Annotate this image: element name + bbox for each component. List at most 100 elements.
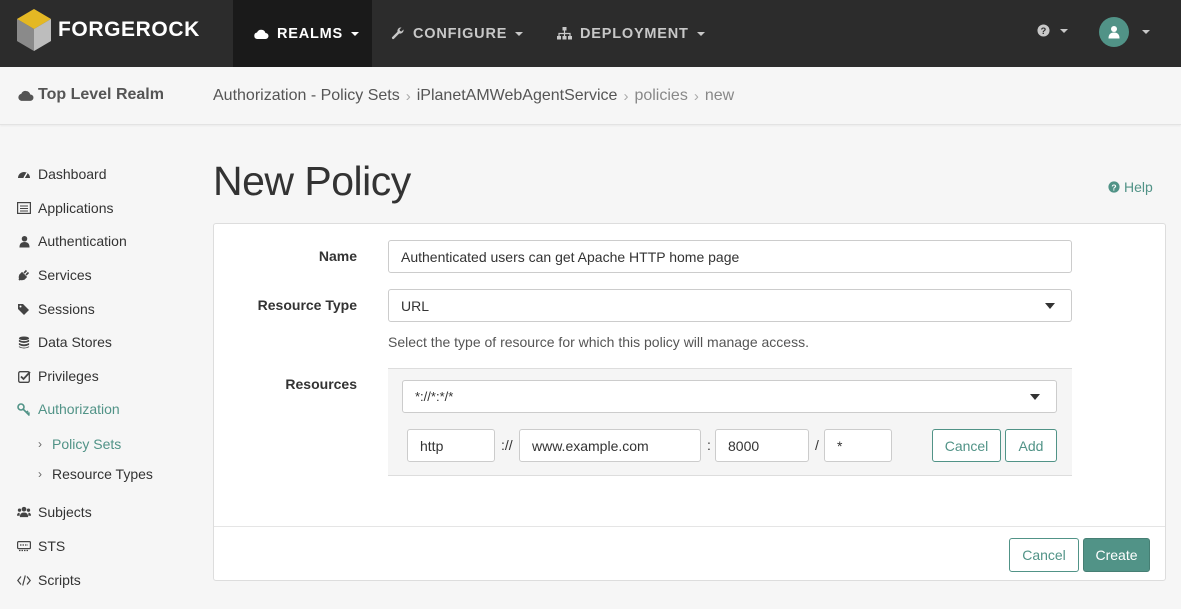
resource-add-button[interactable]: Add — [1005, 429, 1057, 462]
sidebar-item-data-stores[interactable]: Data Stores — [17, 332, 112, 352]
sidebar-subitem-label: Policy Sets — [52, 436, 122, 452]
nav-deployment-label: DEPLOYMENT — [580, 25, 689, 42]
plug-icon — [17, 268, 31, 282]
sidebar-item-label: Applications — [38, 200, 114, 216]
top-navbar: FORGEROCK REALMS CONFIGURE DEPLOYMENT ? — [0, 0, 1181, 67]
resource-cancel-button[interactable]: Cancel — [932, 429, 1001, 462]
forgerock-logo[interactable]: FORGEROCK — [14, 7, 200, 53]
policy-form-panel: Name Resource Type URL Select the type o… — [213, 223, 1166, 581]
name-label: Name — [318, 248, 357, 264]
nav-configure[interactable]: CONFIGURE — [391, 0, 524, 67]
resource-type-hint: Select the type of resource for which th… — [388, 334, 809, 350]
nav-realms[interactable]: REALMS — [233, 0, 372, 67]
avatar — [1099, 17, 1129, 47]
wrench-icon — [391, 26, 404, 39]
sts-icon — [17, 539, 31, 553]
sidebar-item-label: Subjects — [38, 504, 92, 520]
sidebar-item-authorization[interactable]: Authorization — [17, 399, 120, 419]
breadcrumb-item-policy-sets[interactable]: Authorization - Policy Sets — [213, 87, 400, 105]
database-icon — [17, 335, 31, 349]
help-link[interactable]: ? Help — [1108, 179, 1153, 195]
dashboard-icon — [17, 167, 31, 181]
list-alt-icon — [17, 201, 31, 215]
help-link-label: Help — [1124, 179, 1153, 195]
resource-type-select[interactable]: URL — [388, 289, 1072, 322]
sidebar-item-sts[interactable]: STS — [17, 536, 65, 556]
breadcrumb-bar: Top Level Realm Authorization - Policy S… — [0, 67, 1181, 125]
path-separator: / — [815, 437, 819, 453]
code-icon — [17, 573, 31, 587]
scheme-input[interactable] — [407, 429, 495, 462]
port-input[interactable] — [715, 429, 809, 462]
sidebar-item-policy-sets[interactable]: › Policy Sets — [38, 434, 121, 454]
nav-realms-label: REALMS — [277, 25, 344, 42]
cloud-icon — [254, 29, 269, 39]
sidebar-item-privileges[interactable]: Privileges — [17, 366, 99, 386]
resources-label: Resources — [285, 376, 357, 392]
sidebar-item-sessions[interactable]: Sessions — [17, 299, 95, 319]
sidebar-item-scripts[interactable]: Scripts — [17, 570, 81, 590]
help-dropdown[interactable]: ? — [1037, 24, 1068, 37]
breadcrumb: Authorization - Policy Sets › iPlanetAMW… — [213, 87, 734, 105]
forgerock-logo-icon — [17, 9, 51, 51]
path-input[interactable] — [824, 429, 892, 462]
sidebar-item-label: Data Stores — [38, 334, 112, 350]
sidebar-item-label: Scripts — [38, 572, 81, 588]
resources-editor: *://*:*/* :// : / Cancel Add — [388, 368, 1072, 476]
breadcrumb-item-policies[interactable]: policies — [634, 87, 687, 105]
user-dropdown[interactable] — [1099, 17, 1150, 47]
resource-type-label: Resource Type — [257, 297, 357, 313]
cancel-button[interactable]: Cancel — [1009, 538, 1079, 572]
breadcrumb-item-policy-set[interactable]: iPlanetAMWebAgentService — [417, 87, 618, 105]
create-button[interactable]: Create — [1083, 538, 1150, 572]
sidebar-item-label: Sessions — [38, 301, 95, 317]
sidebar-item-label: Services — [38, 267, 92, 283]
sidebar-item-label: Authentication — [38, 233, 127, 249]
resource-pattern-select[interactable]: *://*:*/* — [402, 380, 1057, 413]
sidebar-item-label: STS — [38, 538, 66, 554]
caret-down-icon — [1045, 302, 1055, 309]
brand-name: FORGEROCK — [58, 18, 200, 41]
chevron-right-icon: › — [693, 87, 699, 105]
sidebar-item-label: Privileges — [38, 368, 99, 384]
realm-link[interactable]: Top Level Realm — [17, 86, 164, 104]
page-title: New Policy — [213, 158, 411, 204]
chevron-right-icon: › — [405, 87, 411, 105]
port-separator: : — [707, 437, 711, 453]
sidebar-item-applications[interactable]: Applications — [17, 198, 114, 218]
nav-configure-label: CONFIGURE — [413, 25, 508, 42]
svg-text:?: ? — [1111, 182, 1116, 192]
key-icon — [17, 402, 31, 416]
resource-pattern-value: *://*:*/* — [415, 389, 454, 404]
resource-type-value: URL — [401, 297, 430, 314]
user-icon — [1108, 26, 1120, 39]
host-input[interactable] — [519, 429, 701, 462]
nav-deployment[interactable]: DEPLOYMENT — [557, 0, 705, 67]
sidebar-item-label: Authorization — [38, 401, 120, 417]
user-icon — [17, 234, 31, 248]
sidebar-item-resource-types[interactable]: › Resource Types — [38, 464, 153, 484]
realm-name: Top Level Realm — [38, 86, 164, 103]
chevron-right-icon: › — [38, 467, 42, 481]
svg-text:?: ? — [1041, 26, 1047, 36]
panel-footer: Cancel Create — [214, 526, 1165, 581]
name-field[interactable] — [388, 240, 1072, 273]
sitemap-icon — [557, 27, 572, 40]
sidebar-item-dashboard[interactable]: Dashboard — [17, 164, 107, 184]
tags-icon — [17, 302, 31, 316]
caret-down-icon — [1030, 393, 1040, 400]
cloud-icon — [18, 90, 34, 101]
chevron-right-icon: › — [623, 87, 629, 105]
sidebar-item-services[interactable]: Services — [17, 265, 92, 285]
chevron-right-icon: › — [38, 437, 42, 451]
users-icon — [17, 505, 31, 519]
sidebar-item-subjects[interactable]: Subjects — [17, 502, 92, 522]
question-circle-icon: ? — [1108, 181, 1120, 193]
scheme-separator: :// — [501, 437, 513, 453]
breadcrumb-item-new: new — [704, 87, 735, 104]
sidebar-item-authentication[interactable]: Authentication — [17, 231, 127, 251]
check-square-icon — [17, 369, 31, 383]
question-circle-icon: ? — [1037, 24, 1050, 37]
sidebar-subitem-label: Resource Types — [52, 466, 153, 482]
sidebar-item-label: Dashboard — [38, 166, 107, 182]
